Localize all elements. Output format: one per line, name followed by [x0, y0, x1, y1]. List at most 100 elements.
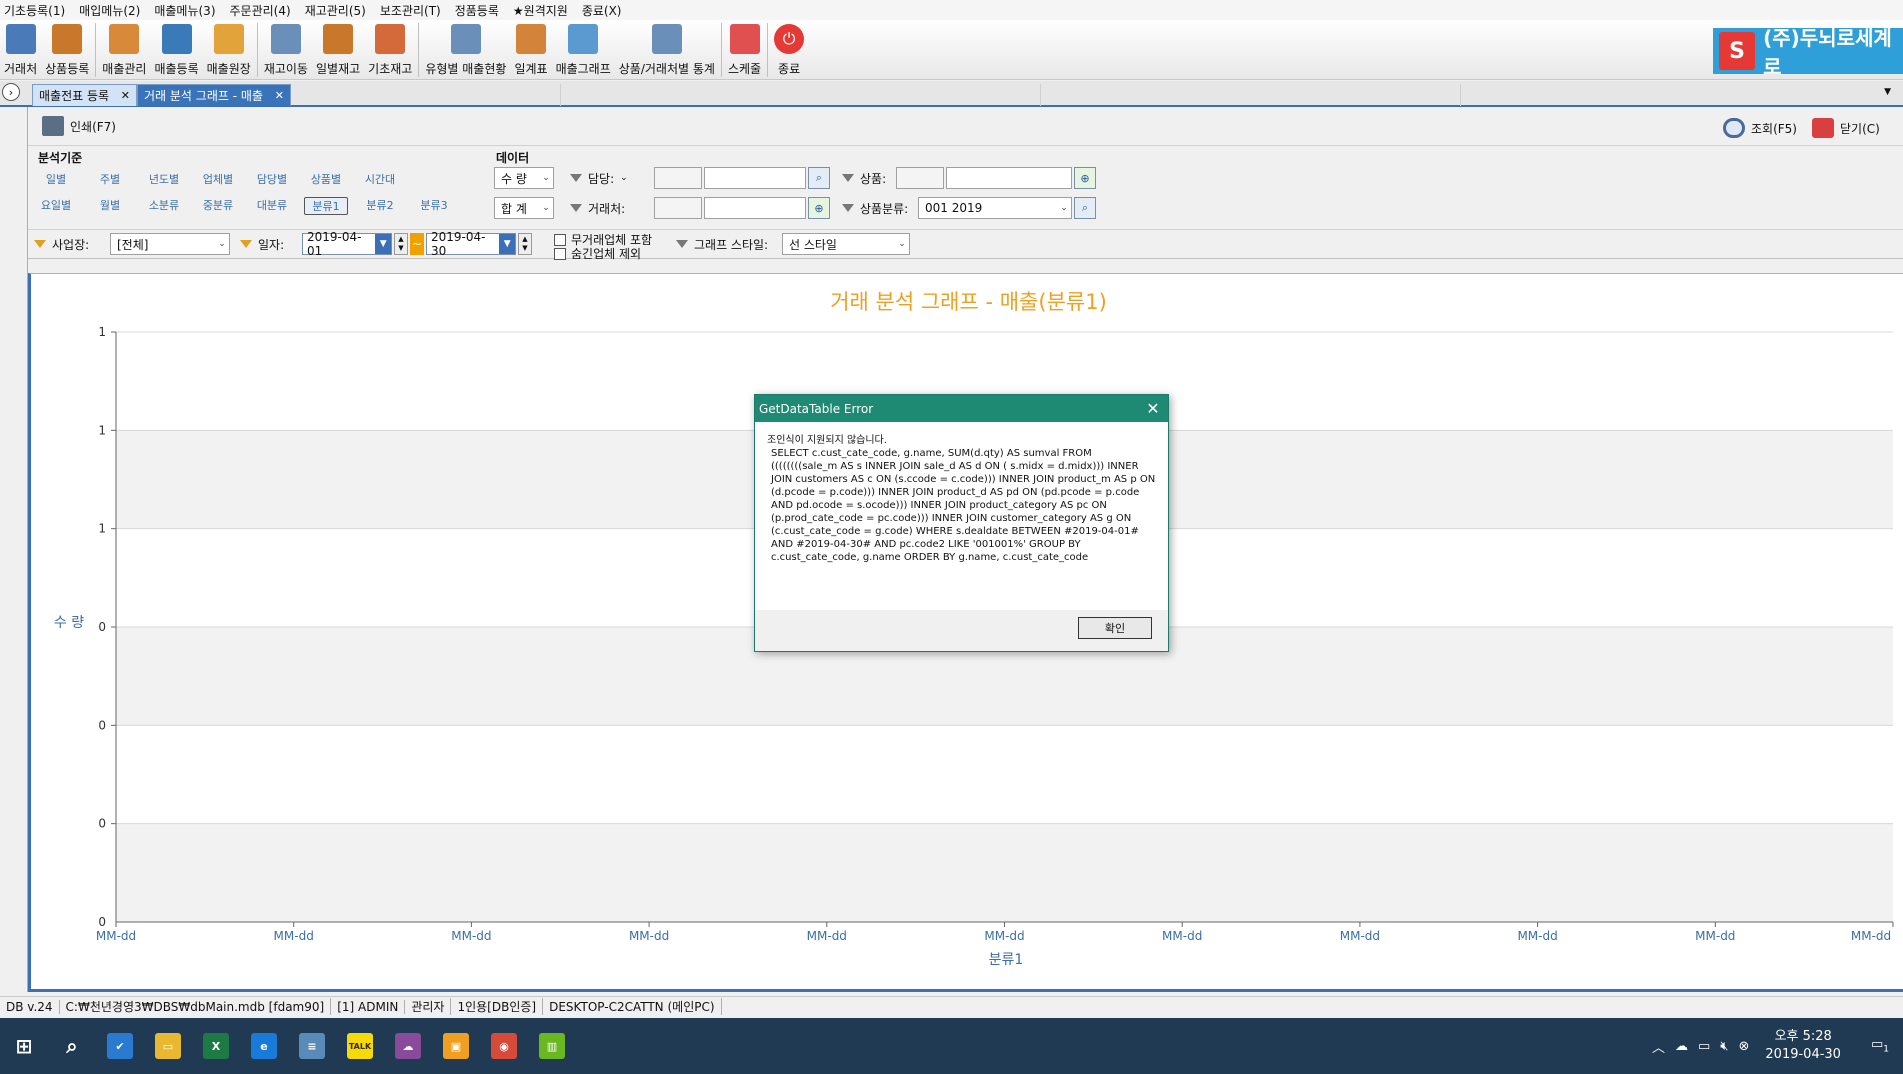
analysis-option[interactable]: 분류2 — [358, 197, 402, 215]
menu-item[interactable]: 종료(X) — [582, 2, 622, 19]
data-type-select[interactable]: 수 량 ⌄ — [494, 167, 554, 189]
taskbar-app[interactable]: ≡ — [288, 1018, 336, 1074]
tab-sales-slip[interactable]: 매출전표 등록 ✕ — [32, 84, 137, 106]
network-icon[interactable]: ▭ — [1698, 1039, 1710, 1054]
handshake-icon — [5, 24, 36, 54]
taskbar-app[interactable]: e — [240, 1018, 288, 1074]
analysis-option[interactable]: 분류1 — [304, 197, 348, 215]
tab-list-dropdown-icon[interactable]: ▼ — [1884, 87, 1891, 97]
toolbar-button[interactable]: 매출등록 — [150, 20, 202, 78]
customer-search-button[interactable]: ⊕ — [808, 197, 830, 219]
analysis-option[interactable]: 일별 — [34, 171, 78, 189]
analysis-option[interactable]: 요일별 — [34, 197, 78, 215]
x-tick-label: MM-dd — [629, 929, 669, 943]
taskbar-app[interactable]: ▣ — [432, 1018, 480, 1074]
close-icon[interactable]: ✕ — [121, 89, 130, 102]
customer-name-field[interactable] — [704, 197, 806, 219]
analysis-option[interactable]: 담당별 — [250, 171, 294, 189]
toolbar-button[interactable]: 기초재고 — [364, 20, 416, 78]
volume-muted-icon[interactable]: 🔇︎ — [1720, 1039, 1728, 1054]
menu-item[interactable]: 주문관리(4) — [230, 2, 291, 19]
toolbar-button[interactable]: 매출그래프 — [552, 20, 615, 78]
toolbar-button[interactable]: 재고이동 — [260, 20, 312, 78]
toolbar-button[interactable]: 일별재고 — [312, 20, 364, 78]
toolbar-button[interactable]: 일계표 — [510, 20, 551, 78]
calendar-dropdown-icon[interactable]: ▼ — [499, 234, 515, 254]
calendar-dropdown-icon[interactable]: ▼ — [375, 234, 391, 254]
menu-item[interactable]: 기초등록(1) — [4, 2, 65, 19]
date-to-spinner[interactable]: ▲ ▼ — [518, 233, 532, 255]
analysis-option[interactable]: 월별 — [88, 197, 132, 215]
panel-toggle-icon[interactable]: › — [2, 83, 20, 101]
exclude-hidden-checkbox[interactable]: 숨긴업체 제외 — [554, 245, 641, 262]
site-select[interactable]: [전체] ⌄ — [110, 233, 230, 255]
taskbar-app[interactable]: ▭ — [144, 1018, 192, 1074]
close-icon[interactable]: ✕ — [275, 89, 284, 102]
tab-trade-analysis-graph[interactable]: 거래 분석 그래프 - 매출 ✕ — [137, 84, 291, 106]
cloud-icon[interactable]: ☁ — [1675, 1039, 1688, 1054]
toolbar-button[interactable]: ⏻ 종료 — [770, 20, 808, 78]
toolbar-button[interactable]: 상품/거래처별 통계 — [615, 20, 719, 78]
toolbar-button[interactable]: 유형별 매출현황 — [421, 20, 510, 78]
bus-app-icon: ▣ — [443, 1033, 469, 1059]
ok-button[interactable]: 확인 — [1078, 617, 1152, 639]
menu-item[interactable]: ★원격지원 — [513, 2, 568, 19]
customer-code-field[interactable] — [654, 197, 702, 219]
analysis-option[interactable]: 업체별 — [196, 171, 240, 189]
checkbox-box[interactable] — [554, 233, 566, 246]
close-button[interactable]: 닫기(C) — [1812, 118, 1880, 138]
toolbar-button[interactable]: 매출관리 — [98, 20, 150, 78]
toolbar-button[interactable]: 거래처 — [0, 20, 41, 78]
toolbar-button[interactable]: 상품등록 — [41, 20, 93, 78]
date-from-picker[interactable]: 2019-04-01 ▼ — [302, 230, 392, 258]
print-button[interactable]: 인쇄(F7) — [42, 116, 116, 136]
aggregate-select[interactable]: 합 계 ⌄ — [494, 197, 554, 219]
product-label-text: 상품: — [860, 171, 887, 186]
taskbar-app[interactable]: X — [192, 1018, 240, 1074]
date-to-picker[interactable]: 2019-04-30 ▼ — [426, 230, 516, 258]
toolbar-button[interactable]: 스케줄 — [724, 20, 765, 78]
analysis-option[interactable]: 대분류 — [250, 197, 294, 215]
analysis-option[interactable]: 소분류 — [142, 197, 186, 215]
manager-code-field[interactable] — [654, 167, 702, 189]
taskbar-app[interactable]: ⌕ — [48, 1018, 96, 1074]
analysis-option[interactable]: 시간대 — [358, 171, 402, 189]
menu-item[interactable]: 재고관리(5) — [305, 2, 366, 19]
analysis-option[interactable]: 주별 — [88, 171, 132, 189]
menu-item[interactable]: 정품등록 — [455, 2, 499, 19]
query-button[interactable]: 조회(F5) — [1723, 118, 1797, 138]
menu-item[interactable]: 매출메뉴(3) — [154, 2, 215, 19]
tray-expand-icon[interactable]: ︿ — [1652, 1037, 1665, 1056]
category-select[interactable]: 001 2019 ⌄ — [918, 197, 1072, 219]
taskbar-app[interactable]: ☁ — [384, 1018, 432, 1074]
taskbar-app[interactable]: ⊞ — [0, 1018, 48, 1074]
daily-icon — [516, 24, 546, 54]
manager-search-button[interactable]: ⌕ — [808, 167, 830, 189]
category-search-button[interactable]: ⌕ — [1074, 197, 1096, 219]
taskbar-app[interactable]: ✔ — [96, 1018, 144, 1074]
product-search-button[interactable]: ⊕ — [1074, 167, 1096, 189]
taskbar-app[interactable]: TALK — [336, 1018, 384, 1074]
product-code-field[interactable] — [896, 167, 944, 189]
manager-name-field[interactable] — [704, 167, 806, 189]
graph-style-select[interactable]: 선 스타일 ⌄ — [782, 233, 910, 255]
taskbar-app[interactable]: ▥ — [528, 1018, 576, 1074]
clock[interactable]: 오후 5:28 2019-04-30 — [1765, 1028, 1841, 1064]
product-name-field[interactable] — [946, 167, 1072, 189]
taskbar-app[interactable]: ◉ — [480, 1018, 528, 1074]
analysis-option[interactable]: 년도별 — [142, 171, 186, 189]
menu-item[interactable]: 매입메뉴(2) — [79, 2, 140, 19]
chevron-down-icon: ⌄ — [542, 203, 550, 213]
house-icon — [109, 24, 140, 54]
ime-icon[interactable]: ⊗ — [1739, 1039, 1750, 1054]
close-icon[interactable]: ✕ — [1138, 399, 1168, 418]
menu-item[interactable]: 보조관리(T) — [380, 2, 441, 19]
category-value: 001 2019 — [925, 201, 983, 215]
analysis-option[interactable]: 분류3 — [412, 197, 456, 215]
analysis-option[interactable]: 중분류 — [196, 197, 240, 215]
toolbar-button[interactable]: 매출원장 — [203, 20, 255, 78]
date-from-spinner[interactable]: ▲ ▼ — [394, 233, 408, 255]
analysis-option[interactable]: 상품별 — [304, 171, 348, 189]
notification-icon[interactable]: ▭1 — [1871, 1037, 1889, 1055]
checkbox-box[interactable] — [554, 247, 566, 260]
